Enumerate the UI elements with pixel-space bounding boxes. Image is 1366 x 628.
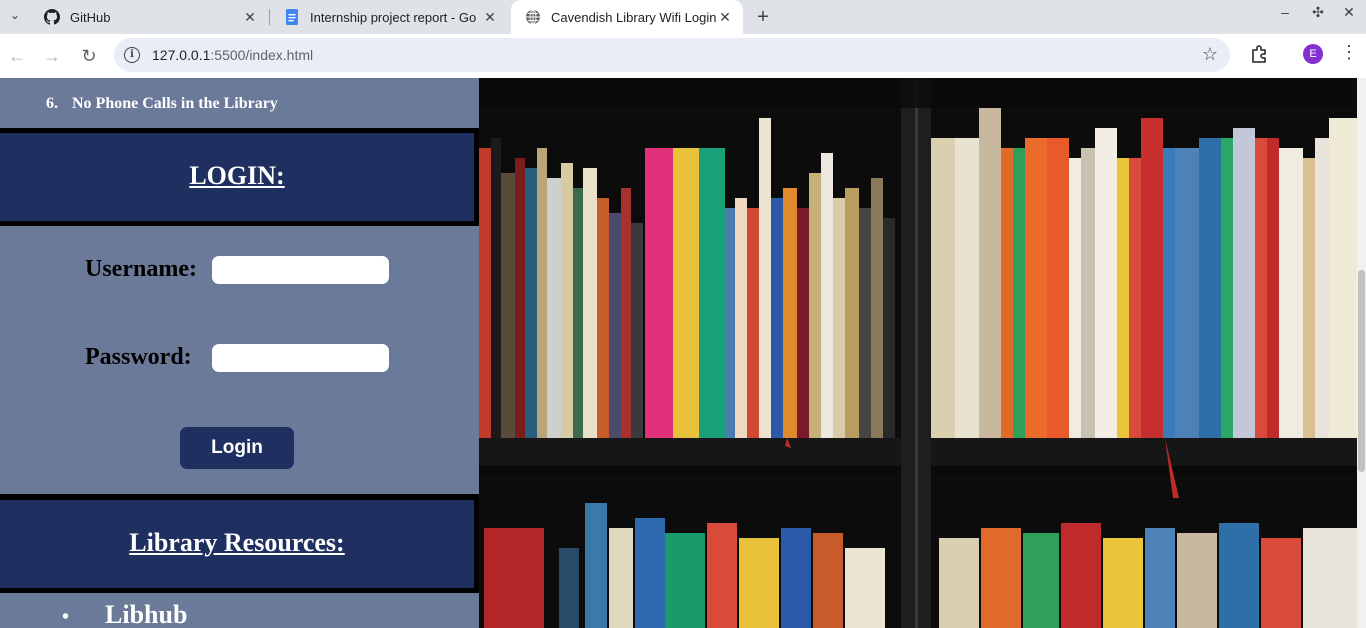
bullet-icon: • <box>62 605 70 628</box>
window-close-icon[interactable]: ✕ <box>1334 0 1364 24</box>
site-info-icon[interactable]: i <box>124 47 140 63</box>
tab-bar: ⌄ GitHub ✕ Internship project report - G… <box>0 0 1366 34</box>
back-arrow-icon[interactable]: ← <box>3 42 31 70</box>
profile-avatar[interactable]: E <box>1303 44 1323 64</box>
login-button[interactable]: Login <box>180 427 294 469</box>
tab-internship-report[interactable]: Internship project report - Go ✕ <box>270 0 508 34</box>
username-input[interactable] <box>212 256 389 284</box>
scrollbar-thumb[interactable] <box>1358 270 1365 472</box>
left-sidebar: 6. No Phone Calls in the Library LOGIN: U… <box>0 78 479 628</box>
rule-number: 6. <box>46 95 58 112</box>
login-title: LOGIN: <box>189 161 285 190</box>
bookmark-star-icon[interactable]: ☆ <box>1202 44 1218 65</box>
username-label: Username: <box>85 256 197 282</box>
password-input[interactable] <box>212 344 389 372</box>
url-text[interactable]: 127.0.0.1:5500/index.html <box>152 47 313 63</box>
google-docs-icon <box>286 9 298 25</box>
reload-icon[interactable]: ↻ <box>75 42 103 70</box>
close-icon[interactable]: ✕ <box>482 9 498 25</box>
maximize-icon[interactable]: ✣ <box>1303 0 1333 24</box>
rules-panel: 6. No Phone Calls in the Library <box>0 78 479 128</box>
password-label: Password: <box>85 344 192 370</box>
globe-icon <box>526 9 540 25</box>
page-viewport: 6. No Phone Calls in the Library LOGIN: U… <box>0 78 1357 628</box>
login-header: LOGIN: <box>0 133 474 221</box>
bookshelf-background-image <box>479 78 1357 628</box>
tab-title: Internship project report - Go <box>310 9 476 25</box>
tab-title: GitHub <box>70 9 111 25</box>
tab-cavendish-wifi-login[interactable]: Cavendish Library Wifi Login ✕ <box>511 0 743 34</box>
more-menu-icon[interactable]: ⋮ <box>1340 42 1358 68</box>
url-path: :5500/index.html <box>210 47 314 63</box>
resource-link-libhub[interactable]: • Libhub <box>62 600 187 628</box>
url-host: 127.0.0.1 <box>152 47 211 63</box>
extensions-puzzle-icon[interactable] <box>1248 42 1272 66</box>
tab-search-chevron-icon[interactable]: ⌄ <box>4 4 26 26</box>
rule-item: 6. No Phone Calls in the Library <box>46 95 278 113</box>
forward-arrow-icon[interactable]: → <box>38 42 66 70</box>
browser-toolbar: ← → ↻ i 127.0.0.1:5500/index.html ☆ E ⋮ <box>0 34 1366 78</box>
github-icon <box>44 9 60 25</box>
tab-title: Cavendish Library Wifi Login <box>551 9 717 25</box>
minimize-icon[interactable]: – <box>1270 0 1300 24</box>
page-scrollbar[interactable] <box>1357 78 1366 628</box>
close-icon[interactable]: ✕ <box>717 9 733 25</box>
resource-label: Libhub <box>105 600 188 628</box>
new-tab-button[interactable]: + <box>752 0 774 34</box>
address-bar[interactable]: i 127.0.0.1:5500/index.html ☆ <box>114 38 1230 72</box>
resources-header: Library Resources: <box>0 500 474 588</box>
close-icon[interactable]: ✕ <box>242 9 258 25</box>
tab-github[interactable]: GitHub ✕ <box>30 0 268 34</box>
rule-text: No Phone Calls in the Library <box>72 95 278 112</box>
resources-title: Library Resources: <box>129 528 345 557</box>
